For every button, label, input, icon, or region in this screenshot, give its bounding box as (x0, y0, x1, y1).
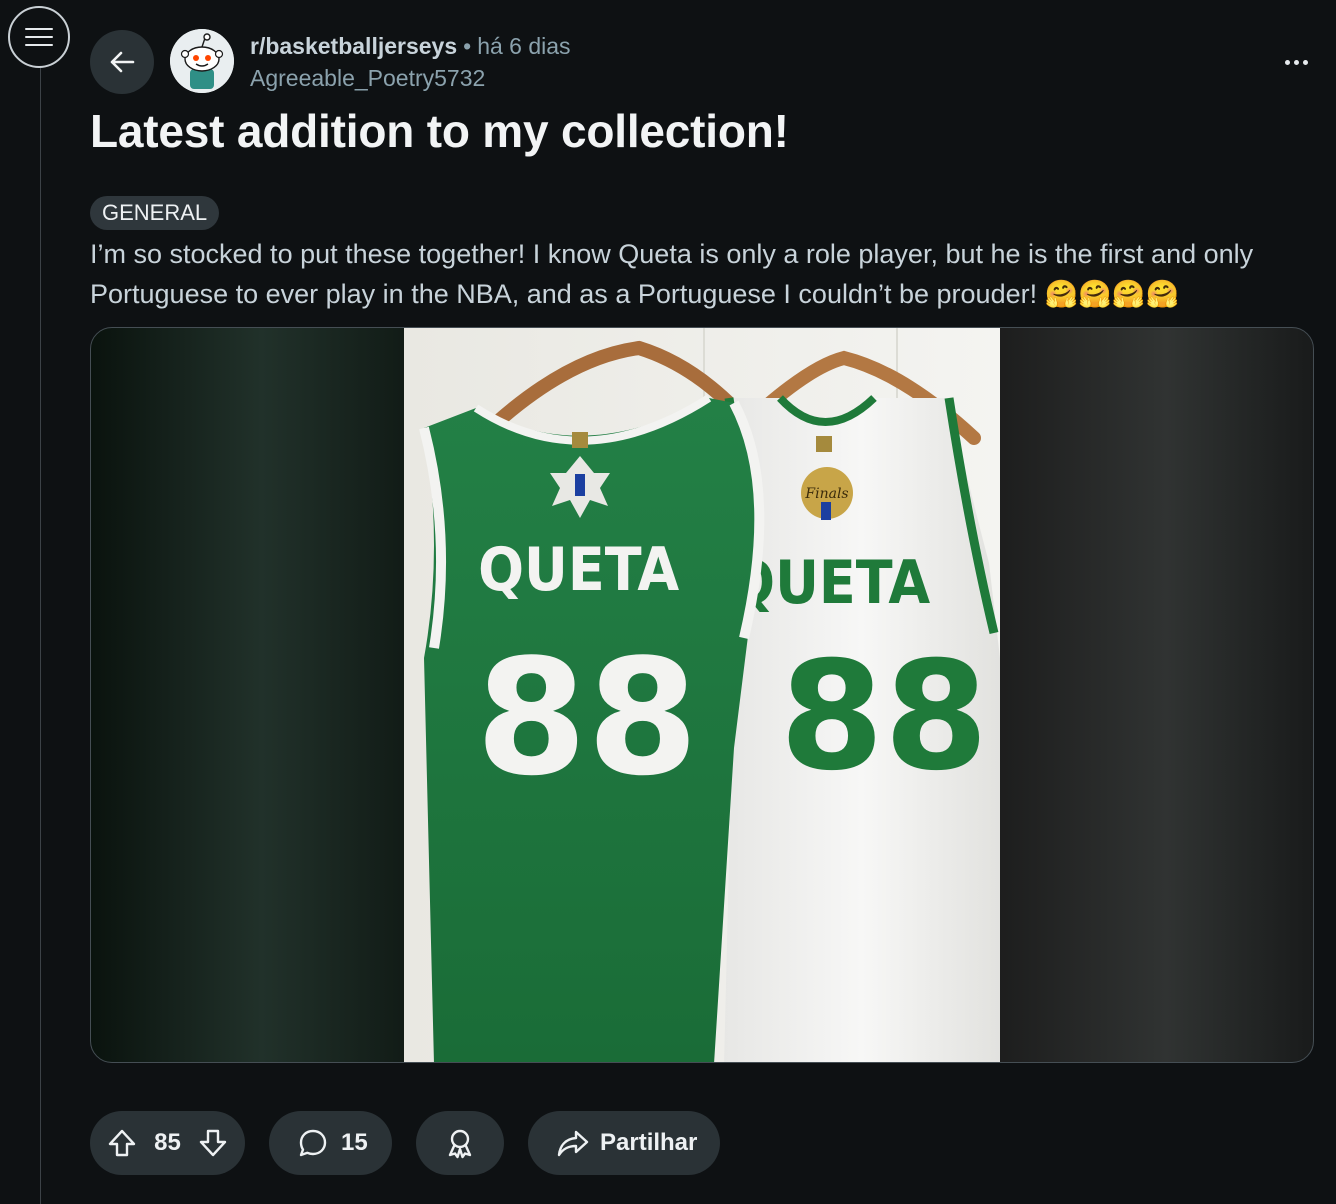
post-body: I’m so stocked to put these together! I … (90, 239, 1254, 309)
share-label: Partilhar (600, 1129, 698, 1156)
post-media[interactable]: Finals QUETA 88 QUETA 88 (90, 327, 1314, 1063)
more-options-button[interactable] (1274, 44, 1318, 80)
subreddit-avatar[interactable] (170, 29, 234, 93)
arrow-up-icon[interactable] (106, 1127, 138, 1159)
snoo-avatar-icon (170, 29, 234, 93)
thread-rail-line (40, 68, 41, 1204)
post-timestamp: há 6 dias (477, 33, 571, 59)
subreddit-link[interactable]: r/basketballjerseys (250, 33, 457, 59)
post-meta: r/basketballjerseys • há 6 dias (250, 33, 571, 60)
back-button[interactable] (90, 30, 154, 94)
finals-patch-label: Finals (804, 486, 848, 502)
jerseys-image: Finals QUETA 88 QUETA 88 (404, 328, 1000, 1062)
award-button[interactable] (416, 1111, 504, 1175)
jerseys-photo[interactable]: Finals QUETA 88 QUETA 88 (404, 328, 1000, 1062)
post-flair[interactable]: GENERAL (90, 196, 220, 230)
meta-separator: • (463, 33, 472, 59)
white-jersey-number: 88 (780, 630, 989, 804)
share-button[interactable]: Partilhar (528, 1111, 720, 1175)
vote-score: 85 (154, 1129, 181, 1156)
post-title: Latest addition to my collection! (90, 105, 789, 157)
author-link[interactable]: Agreeable_Poetry5732 (250, 65, 485, 92)
share-arrow-icon (557, 1130, 589, 1157)
more-horizontal-icon (1283, 59, 1310, 65)
vote-bar: 85 (90, 1111, 245, 1175)
arrow-down-icon[interactable] (197, 1127, 229, 1159)
hamburger-menu-button[interactable] (8, 6, 70, 68)
green-jersey-name: QUETA (478, 535, 679, 604)
hamburger-menu-icon (25, 22, 53, 52)
arrow-left-icon (110, 51, 135, 73)
award-icon (448, 1129, 472, 1159)
comments-button[interactable]: 15 (269, 1111, 392, 1175)
comment-count: 15 (341, 1129, 368, 1156)
speech-bubble-icon (299, 1129, 327, 1157)
green-jersey-number: 88 (476, 624, 699, 811)
